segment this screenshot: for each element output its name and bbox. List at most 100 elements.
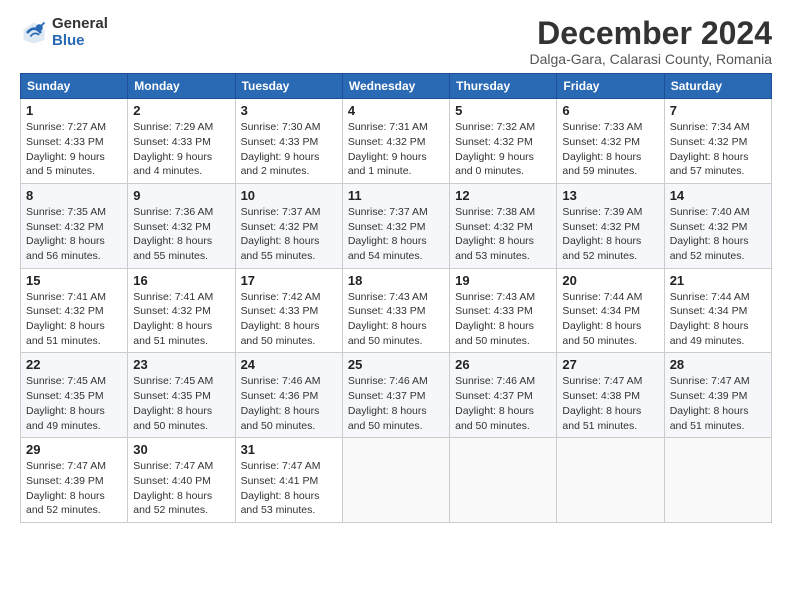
day-info: Sunrise: 7:42 AMSunset: 4:33 PMDaylight:… — [241, 291, 321, 347]
day-number: 29 — [26, 442, 122, 457]
day-info: Sunrise: 7:46 AMSunset: 4:36 PMDaylight:… — [241, 375, 321, 431]
calendar-week-3: 15 Sunrise: 7:41 AMSunset: 4:32 PMDaylig… — [21, 268, 772, 353]
subtitle: Dalga-Gara, Calarasi County, Romania — [529, 51, 772, 67]
day-info: Sunrise: 7:47 AMSunset: 4:38 PMDaylight:… — [562, 375, 642, 431]
day-number: 1 — [26, 103, 122, 118]
day-number: 6 — [562, 103, 658, 118]
table-row: 7 Sunrise: 7:34 AMSunset: 4:32 PMDayligh… — [664, 99, 771, 184]
table-row: 3 Sunrise: 7:30 AMSunset: 4:33 PMDayligh… — [235, 99, 342, 184]
table-row: 10 Sunrise: 7:37 AMSunset: 4:32 PMDaylig… — [235, 183, 342, 268]
day-number: 31 — [241, 442, 337, 457]
day-info: Sunrise: 7:46 AMSunset: 4:37 PMDaylight:… — [348, 375, 428, 431]
table-row: 11 Sunrise: 7:37 AMSunset: 4:32 PMDaylig… — [342, 183, 449, 268]
table-row: 27 Sunrise: 7:47 AMSunset: 4:38 PMDaylig… — [557, 353, 664, 438]
main-title: December 2024 — [529, 16, 772, 51]
table-row: 14 Sunrise: 7:40 AMSunset: 4:32 PMDaylig… — [664, 183, 771, 268]
table-row: 18 Sunrise: 7:43 AMSunset: 4:33 PMDaylig… — [342, 268, 449, 353]
day-number: 28 — [670, 357, 766, 372]
table-row: 26 Sunrise: 7:46 AMSunset: 4:37 PMDaylig… — [450, 353, 557, 438]
table-row: 29 Sunrise: 7:47 AMSunset: 4:39 PMDaylig… — [21, 438, 128, 523]
day-info: Sunrise: 7:47 AMSunset: 4:39 PMDaylight:… — [670, 375, 750, 431]
day-info: Sunrise: 7:45 AMSunset: 4:35 PMDaylight:… — [26, 375, 106, 431]
table-row: 28 Sunrise: 7:47 AMSunset: 4:39 PMDaylig… — [664, 353, 771, 438]
day-number: 25 — [348, 357, 444, 372]
day-number: 9 — [133, 188, 229, 203]
table-row: 20 Sunrise: 7:44 AMSunset: 4:34 PMDaylig… — [557, 268, 664, 353]
table-row: 12 Sunrise: 7:38 AMSunset: 4:32 PMDaylig… — [450, 183, 557, 268]
day-info: Sunrise: 7:29 AMSunset: 4:33 PMDaylight:… — [133, 121, 213, 177]
day-number: 3 — [241, 103, 337, 118]
day-number: 4 — [348, 103, 444, 118]
calendar-week-1: 1 Sunrise: 7:27 AMSunset: 4:33 PMDayligh… — [21, 99, 772, 184]
table-row: 22 Sunrise: 7:45 AMSunset: 4:35 PMDaylig… — [21, 353, 128, 438]
title-block: December 2024 Dalga-Gara, Calarasi Count… — [529, 16, 772, 67]
table-row: 15 Sunrise: 7:41 AMSunset: 4:32 PMDaylig… — [21, 268, 128, 353]
table-row — [557, 438, 664, 523]
calendar-week-4: 22 Sunrise: 7:45 AMSunset: 4:35 PMDaylig… — [21, 353, 772, 438]
day-info: Sunrise: 7:43 AMSunset: 4:33 PMDaylight:… — [455, 291, 535, 347]
calendar: Sunday Monday Tuesday Wednesday Thursday… — [20, 73, 772, 523]
day-number: 19 — [455, 273, 551, 288]
day-info: Sunrise: 7:47 AMSunset: 4:41 PMDaylight:… — [241, 460, 321, 516]
day-number: 17 — [241, 273, 337, 288]
table-row: 5 Sunrise: 7:32 AMSunset: 4:32 PMDayligh… — [450, 99, 557, 184]
col-friday: Friday — [557, 74, 664, 99]
calendar-week-2: 8 Sunrise: 7:35 AMSunset: 4:32 PMDayligh… — [21, 183, 772, 268]
table-row: 4 Sunrise: 7:31 AMSunset: 4:32 PMDayligh… — [342, 99, 449, 184]
day-info: Sunrise: 7:30 AMSunset: 4:33 PMDaylight:… — [241, 121, 321, 177]
day-number: 15 — [26, 273, 122, 288]
table-row: 25 Sunrise: 7:46 AMSunset: 4:37 PMDaylig… — [342, 353, 449, 438]
day-info: Sunrise: 7:47 AMSunset: 4:39 PMDaylight:… — [26, 460, 106, 516]
day-info: Sunrise: 7:46 AMSunset: 4:37 PMDaylight:… — [455, 375, 535, 431]
day-info: Sunrise: 7:39 AMSunset: 4:32 PMDaylight:… — [562, 206, 642, 262]
day-number: 23 — [133, 357, 229, 372]
table-row — [664, 438, 771, 523]
day-info: Sunrise: 7:34 AMSunset: 4:32 PMDaylight:… — [670, 121, 750, 177]
col-thursday: Thursday — [450, 74, 557, 99]
day-number: 21 — [670, 273, 766, 288]
day-info: Sunrise: 7:40 AMSunset: 4:32 PMDaylight:… — [670, 206, 750, 262]
day-info: Sunrise: 7:33 AMSunset: 4:32 PMDaylight:… — [562, 121, 642, 177]
logo-text: General Blue — [52, 16, 108, 49]
table-row: 9 Sunrise: 7:36 AMSunset: 4:32 PMDayligh… — [128, 183, 235, 268]
day-info: Sunrise: 7:32 AMSunset: 4:32 PMDaylight:… — [455, 121, 535, 177]
day-info: Sunrise: 7:35 AMSunset: 4:32 PMDaylight:… — [26, 206, 106, 262]
day-info: Sunrise: 7:37 AMSunset: 4:32 PMDaylight:… — [241, 206, 321, 262]
table-row — [450, 438, 557, 523]
day-number: 30 — [133, 442, 229, 457]
header: General Blue December 2024 Dalga-Gara, C… — [20, 16, 772, 67]
col-tuesday: Tuesday — [235, 74, 342, 99]
table-row: 23 Sunrise: 7:45 AMSunset: 4:35 PMDaylig… — [128, 353, 235, 438]
col-monday: Monday — [128, 74, 235, 99]
day-number: 20 — [562, 273, 658, 288]
header-row: Sunday Monday Tuesday Wednesday Thursday… — [21, 74, 772, 99]
table-row: 13 Sunrise: 7:39 AMSunset: 4:32 PMDaylig… — [557, 183, 664, 268]
table-row: 1 Sunrise: 7:27 AMSunset: 4:33 PMDayligh… — [21, 99, 128, 184]
day-number: 12 — [455, 188, 551, 203]
table-row: 17 Sunrise: 7:42 AMSunset: 4:33 PMDaylig… — [235, 268, 342, 353]
table-row: 6 Sunrise: 7:33 AMSunset: 4:32 PMDayligh… — [557, 99, 664, 184]
day-info: Sunrise: 7:31 AMSunset: 4:32 PMDaylight:… — [348, 121, 428, 177]
calendar-body: 1 Sunrise: 7:27 AMSunset: 4:33 PMDayligh… — [21, 99, 772, 523]
table-row: 8 Sunrise: 7:35 AMSunset: 4:32 PMDayligh… — [21, 183, 128, 268]
table-row: 2 Sunrise: 7:29 AMSunset: 4:33 PMDayligh… — [128, 99, 235, 184]
logo-general-text: General — [52, 16, 108, 33]
day-number: 2 — [133, 103, 229, 118]
day-info: Sunrise: 7:38 AMSunset: 4:32 PMDaylight:… — [455, 206, 535, 262]
table-row: 21 Sunrise: 7:44 AMSunset: 4:34 PMDaylig… — [664, 268, 771, 353]
day-number: 8 — [26, 188, 122, 203]
day-number: 18 — [348, 273, 444, 288]
day-number: 7 — [670, 103, 766, 118]
day-number: 5 — [455, 103, 551, 118]
day-info: Sunrise: 7:43 AMSunset: 4:33 PMDaylight:… — [348, 291, 428, 347]
day-info: Sunrise: 7:41 AMSunset: 4:32 PMDaylight:… — [133, 291, 213, 347]
col-wednesday: Wednesday — [342, 74, 449, 99]
logo-blue-text: Blue — [52, 33, 108, 50]
col-sunday: Sunday — [21, 74, 128, 99]
table-row: 24 Sunrise: 7:46 AMSunset: 4:36 PMDaylig… — [235, 353, 342, 438]
day-info: Sunrise: 7:47 AMSunset: 4:40 PMDaylight:… — [133, 460, 213, 516]
calendar-header: Sunday Monday Tuesday Wednesday Thursday… — [21, 74, 772, 99]
table-row: 16 Sunrise: 7:41 AMSunset: 4:32 PMDaylig… — [128, 268, 235, 353]
day-info: Sunrise: 7:44 AMSunset: 4:34 PMDaylight:… — [562, 291, 642, 347]
day-info: Sunrise: 7:36 AMSunset: 4:32 PMDaylight:… — [133, 206, 213, 262]
